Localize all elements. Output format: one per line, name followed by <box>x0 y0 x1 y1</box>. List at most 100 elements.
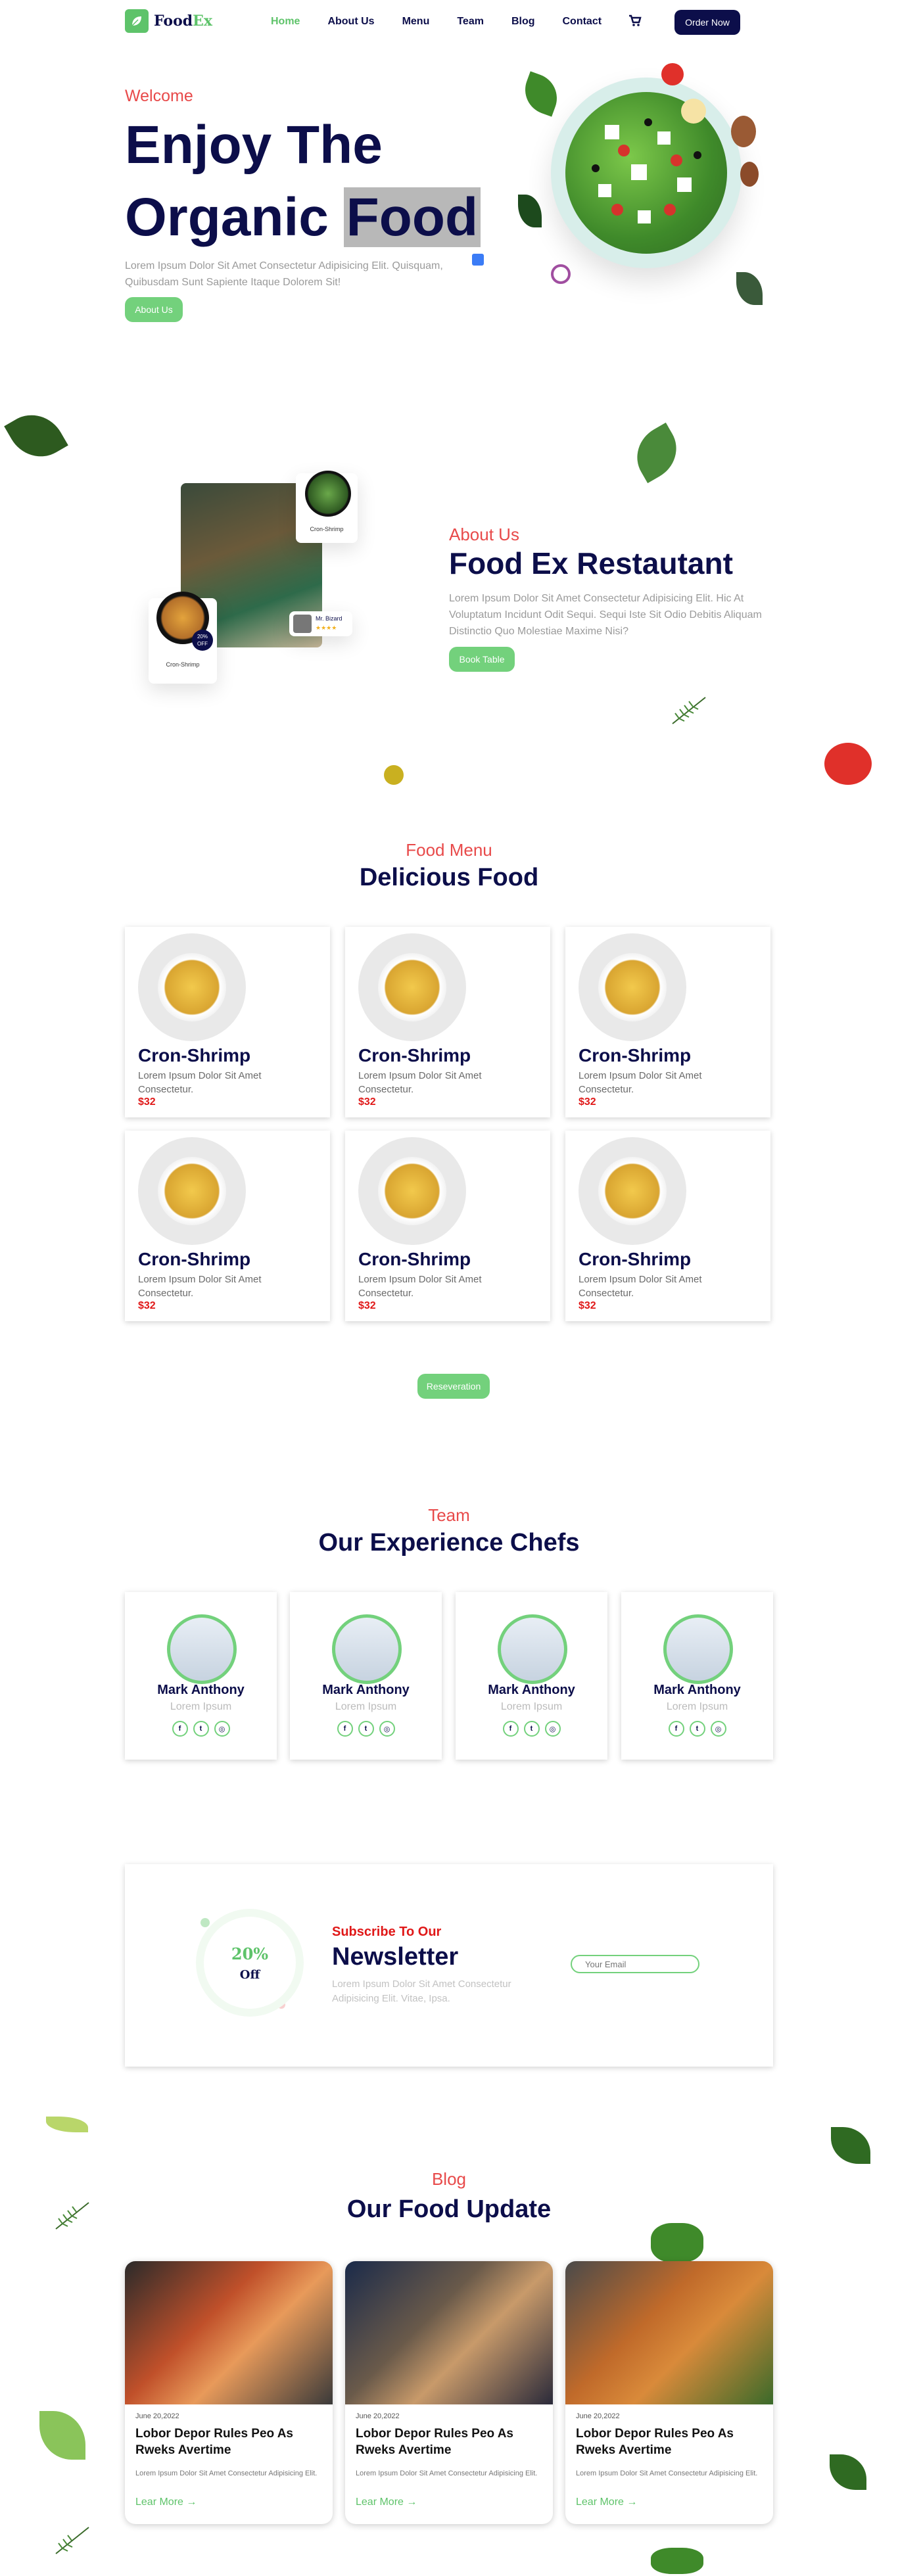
leaf-icon <box>46 2117 88 2132</box>
hero-welcome: Welcome <box>125 87 193 105</box>
nav-menu[interactable]: Menu <box>402 16 430 28</box>
main-menu: Home About Us Menu Team Blog Contact <box>271 16 629 28</box>
blog-post-title[interactable]: Lobor Depor Rules Peo As Rweks Avertime <box>576 2425 760 2458</box>
facebook-icon[interactable]: f <box>668 1721 684 1737</box>
instagram-icon[interactable]: ◎ <box>544 1721 561 1737</box>
order-now-button[interactable]: Order Now <box>674 10 740 35</box>
twitter-icon[interactable]: t <box>193 1721 209 1737</box>
about-title: Food Ex Restautant <box>449 546 733 580</box>
broccoli-icon <box>651 2548 703 2574</box>
social-links: f t ◎ <box>290 1721 442 1737</box>
highlighted-word: Food <box>343 187 481 247</box>
food-card[interactable]: Cron-Shrimp Lorem Ipsum Dolor Sit Amet C… <box>125 1131 330 1321</box>
food-desc: Lorem Ipsum Dolor Sit Amet Consectetur. <box>138 1274 262 1299</box>
nav-about-us[interactable]: About Us <box>327 16 374 28</box>
broccoli-icon <box>651 2223 703 2262</box>
dish-image <box>138 1137 246 1245</box>
cart-icon[interactable] <box>628 13 642 31</box>
basil-leaf-icon <box>831 2127 870 2164</box>
food-card[interactable]: Cron-Shrimp Lorem Ipsum Dolor Sit Amet C… <box>565 1131 770 1321</box>
blog-card[interactable]: June 20,2022 Lobor Depor Rules Peo As Rw… <box>345 2261 553 2524</box>
leaf-icon <box>39 2411 85 2460</box>
food-card[interactable]: Cron-Shrimp Lorem Ipsum Dolor Sit Amet C… <box>565 927 770 1117</box>
food-price: $32 <box>579 1096 596 1108</box>
blog-title: Our Food Update <box>346 2195 552 2223</box>
twitter-icon[interactable]: t <box>358 1721 374 1737</box>
food-card[interactable]: Cron-Shrimp Lorem Ipsum Dolor Sit Amet C… <box>345 927 550 1117</box>
navbar: FoodEx Home About Us Menu Team Blog Cont… <box>0 0 898 45</box>
blog-date: June 20,2022 <box>135 2412 179 2420</box>
nav-home[interactable]: Home <box>271 16 300 28</box>
chef-avatar <box>663 1614 733 1684</box>
blog-card[interactable]: June 20,2022 Lobor Depor Rules Peo As Rw… <box>565 2261 773 2524</box>
learn-more-link[interactable]: Lear More → <box>356 2496 417 2508</box>
logo[interactable]: FoodEx <box>125 9 212 33</box>
about-label: About Us <box>449 525 519 544</box>
facebook-icon[interactable]: f <box>172 1721 188 1737</box>
food-card[interactable]: Cron-Shrimp Lorem Ipsum Dolor Sit Amet C… <box>125 927 330 1117</box>
dish-image <box>138 933 246 1041</box>
tomato-icon <box>661 63 684 85</box>
social-links: f t ◎ <box>125 1721 277 1737</box>
book-table-button[interactable]: Book Table <box>449 647 515 672</box>
menu-label: Food Menu <box>406 840 492 860</box>
social-links: f t ◎ <box>456 1721 607 1737</box>
dish-card-bottom: 20% OFF Cron-Shrimp <box>149 592 217 684</box>
dish-card-top: Cron-Shrimp <box>296 471 358 543</box>
tomato-icon <box>824 743 872 785</box>
chef-role: Lorem Ipsum <box>666 1701 728 1712</box>
food-name: Cron-Shrimp <box>579 1045 692 1066</box>
food-card[interactable]: Cron-Shrimp Lorem Ipsum Dolor Sit Amet C… <box>345 1131 550 1321</box>
chef-card: Mark Anthony Lorem Ipsum f t ◎ <box>456 1592 607 1760</box>
food-desc: Lorem Ipsum Dolor Sit Amet Consectetur. <box>579 1070 702 1095</box>
instagram-icon[interactable]: ◎ <box>710 1721 726 1737</box>
instagram-icon[interactable]: ◎ <box>214 1721 230 1737</box>
nav-blog[interactable]: Blog <box>511 16 535 28</box>
food-name: Cron-Shrimp <box>138 1249 251 1269</box>
hero-title: Enjoy The Organic Food <box>125 109 481 254</box>
food-name: Cron-Shrimp <box>138 1045 251 1066</box>
blog-card[interactable]: June 20,2022 Lobor Depor Rules Peo As Rw… <box>125 2261 333 2524</box>
translate-icon[interactable] <box>472 254 484 266</box>
food-price: $32 <box>358 1300 376 1311</box>
almond-icon <box>731 116 756 147</box>
newsletter-text: Lorem Ipsum Dolor Sit Amet Consectetur A… <box>332 1979 511 2004</box>
learn-more-link[interactable]: Lear More → <box>135 2496 197 2508</box>
twitter-icon[interactable]: t <box>523 1721 540 1737</box>
facebook-icon[interactable]: f <box>502 1721 519 1737</box>
basil-leaf-icon <box>518 71 564 117</box>
twitter-icon[interactable]: t <box>689 1721 705 1737</box>
blog-date: June 20,2022 <box>356 2412 400 2420</box>
basil-leaf-icon <box>4 403 68 469</box>
team-label: Team <box>428 1505 470 1525</box>
blog-post-title[interactable]: Lobor Depor Rules Peo As Rweks Avertime <box>356 2425 540 2458</box>
nav-contact[interactable]: Contact <box>563 16 602 28</box>
reservation-button[interactable]: Reseveration <box>417 1374 490 1399</box>
rating-stars: ★★★★ <box>316 624 337 631</box>
blog-desc: Lorem Ipsum Dolor Sit Amet Consectetur A… <box>135 2470 318 2477</box>
blog-post-title[interactable]: Lobor Depor Rules Peo As Rweks Avertime <box>135 2425 319 2458</box>
about-text: Lorem Ipsum Dolor Sit Amet Consectetur A… <box>449 593 762 637</box>
blog-image <box>125 2261 333 2404</box>
chef-avatar <box>332 1614 402 1684</box>
facebook-icon[interactable]: f <box>337 1721 353 1737</box>
arrow-right-icon: → <box>626 2496 638 2508</box>
food-desc: Lorem Ipsum Dolor Sit Amet Consectetur. <box>138 1070 262 1095</box>
learn-more-link[interactable]: Lear More → <box>576 2496 637 2508</box>
dish-image <box>358 933 466 1041</box>
logo-text: FoodEx <box>154 12 213 30</box>
nav-team[interactable]: Team <box>457 16 484 28</box>
discount-percent: 20% <box>231 1944 269 1963</box>
hero-title-line2: Organic Food <box>125 181 481 254</box>
email-input[interactable] <box>571 1955 699 1973</box>
chef-avatar <box>167 1614 237 1684</box>
team-title: Our Experience Chefs <box>318 1529 580 1557</box>
chef-role: Lorem Ipsum <box>500 1701 563 1712</box>
instagram-icon[interactable]: ◎ <box>379 1721 395 1737</box>
chef-avatar <box>498 1614 567 1684</box>
food-price: $32 <box>358 1096 376 1108</box>
lemon-icon <box>681 99 706 124</box>
discount-circle: 20% Off <box>204 1917 296 2009</box>
chef-role: Lorem Ipsum <box>170 1701 232 1712</box>
about-us-button[interactable]: About Us <box>125 297 183 322</box>
